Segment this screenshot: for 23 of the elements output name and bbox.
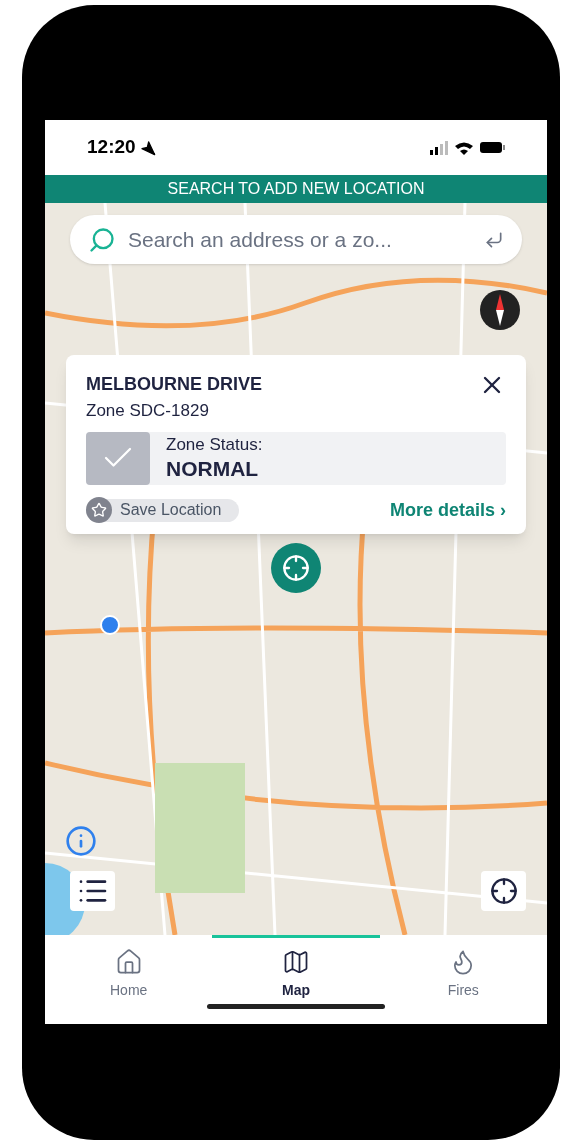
location-arrow-icon	[139, 139, 156, 156]
search-icon	[88, 225, 116, 254]
crosshair-icon	[489, 877, 518, 905]
location-pin-icon	[271, 543, 321, 593]
zone-status-value: NORMAL	[166, 455, 260, 482]
status-time: 12:20	[87, 135, 136, 160]
zone-title: MELBOURNE DRIVE	[86, 373, 262, 396]
search-banner: SEARCH TO ADD NEW LOCATION	[45, 175, 547, 203]
search-field[interactable]: Search an address or a zo...	[70, 215, 522, 264]
zone-status-label: Zone Status:	[166, 434, 263, 456]
battery-icon	[480, 142, 505, 153]
nav-tab[interactable]: Fires	[379, 935, 547, 1004]
save-location-button[interactable]: Save Location	[86, 498, 240, 522]
map-icon	[282, 948, 310, 976]
info-icon	[65, 825, 97, 857]
list-button[interactable]	[70, 871, 115, 911]
recenter-button[interactable]	[481, 871, 526, 911]
signal-icon	[430, 140, 448, 155]
nav-tab[interactable]: Home	[45, 935, 213, 1004]
search-placeholder: Search an address or a zo...	[128, 226, 393, 253]
zone-subtitle: Zone SDC-1829	[86, 400, 210, 422]
more-details-link[interactable]: More details ›	[389, 496, 506, 524]
wifi-icon	[455, 140, 473, 155]
